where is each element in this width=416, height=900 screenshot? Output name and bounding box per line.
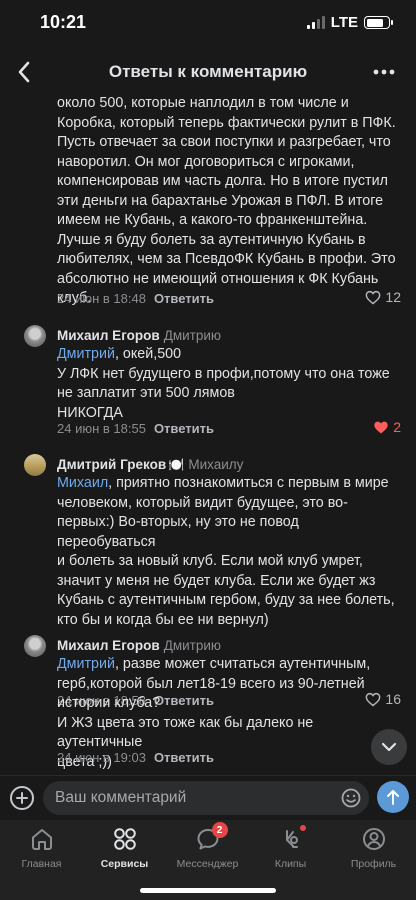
plus-icon [16, 792, 28, 804]
chevron-down-icon [381, 742, 397, 752]
heart-outline-icon [366, 290, 381, 304]
comment-header: Михаил Егоров Дмитрию [57, 328, 221, 343]
reply-to: Дмитрию [163, 328, 222, 343]
network-type: LTE [330, 14, 358, 31]
comment-text: Михаил, приятно познакомиться с первым в… [57, 475, 395, 628]
new-dot [299, 825, 306, 831]
like-button[interactable]: 12 [365, 289, 401, 305]
author-name[interactable]: Михаил Егоров [57, 638, 160, 653]
home-indicator [140, 888, 276, 893]
reply-button[interactable]: Ответить [154, 421, 214, 436]
like-count: 2 [393, 419, 401, 435]
battery-icon [364, 16, 393, 29]
tab-clips[interactable]: Клипы [249, 825, 332, 871]
smile-icon [341, 788, 361, 808]
comment-meta: 24 июн в 19:03 Ответить [57, 750, 214, 765]
status-bar: 10:21 LTE [0, 0, 416, 46]
more-button[interactable] [370, 60, 398, 84]
comment-meta: 24 июн в 18:48 Ответить [57, 291, 214, 306]
unread-badge: 2 [211, 822, 228, 838]
avatar[interactable] [24, 325, 46, 347]
tab-messenger[interactable]: 2 Мессенджер [166, 822, 249, 871]
comment-date: 24 июн в 19:03 [57, 750, 146, 765]
comments-feed[interactable]: около 500, которые наплодил в том числе … [0, 92, 416, 775]
tab-profile[interactable]: Профиль [332, 825, 415, 871]
profile-icon [361, 826, 387, 852]
comment-date: 24 июн в 18:48 [57, 291, 146, 306]
comment-header: Дмитрий Греков 🍽️ Михаилу [57, 457, 243, 473]
reply-button[interactable]: Ответить [154, 291, 214, 306]
comment-composer [0, 775, 416, 820]
author-emoji: 🍽️ [168, 457, 185, 472]
messenger-icon: 2 [195, 822, 228, 852]
heart-filled-icon [374, 421, 388, 433]
status-indicators: LTE [306, 14, 393, 31]
comment-header: Михаил Егоров Дмитрию [57, 638, 221, 653]
like-count: 12 [385, 289, 401, 305]
arrow-up-icon [387, 790, 399, 805]
page-title: Ответы к комментарию [108, 62, 308, 81]
tab-label: Главная [21, 858, 62, 870]
tab-home[interactable]: Главная [0, 825, 83, 871]
avatar[interactable] [24, 635, 46, 657]
reply-to: Дмитрию [163, 638, 222, 653]
tab-bar: Главная Сервисы 2 Мессенджер Клипы Профи… [0, 820, 416, 900]
comment-text: около 500, которые наплодил в том числе … [57, 95, 396, 306]
home-icon [29, 826, 55, 852]
comment-text: Дмитрий, окей,500 У ЛФК нет будущего в п… [57, 346, 390, 421]
tab-label: Сервисы [100, 858, 149, 870]
comment-date: 24 июн в 18:55 [57, 421, 146, 436]
mention-link[interactable]: Дмитрий [57, 656, 115, 672]
send-button[interactable] [377, 781, 409, 813]
tab-label: Мессенджер [176, 858, 239, 870]
header: Ответы к комментарию [0, 46, 416, 98]
attach-button[interactable] [10, 786, 34, 810]
tab-label: Профиль [350, 858, 397, 870]
avatar[interactable] [24, 454, 46, 476]
scroll-down-button[interactable] [371, 729, 407, 765]
clips-icon [278, 825, 306, 852]
emoji-button[interactable] [341, 788, 361, 808]
mention-link[interactable]: Дмитрий [57, 346, 115, 362]
mention-link[interactable]: Михаил [57, 475, 108, 491]
author-name[interactable]: Дмитрий Греков [57, 457, 166, 472]
like-button[interactable]: 2 [373, 419, 401, 435]
status-time: 10:21 [40, 12, 87, 32]
services-icon [112, 826, 138, 852]
signal-icon [306, 16, 325, 29]
author-name[interactable]: Михаил Егоров [57, 328, 160, 343]
tab-label: Клипы [274, 858, 307, 870]
reply-to: Михаилу [188, 457, 244, 472]
comment-input[interactable] [43, 781, 369, 815]
more-horizontal-icon [373, 69, 395, 75]
reply-button[interactable]: Ответить [154, 750, 214, 765]
comment-meta: 24 июн в 18:55 Ответить [57, 421, 214, 436]
tab-services[interactable]: Сервисы [83, 825, 166, 871]
